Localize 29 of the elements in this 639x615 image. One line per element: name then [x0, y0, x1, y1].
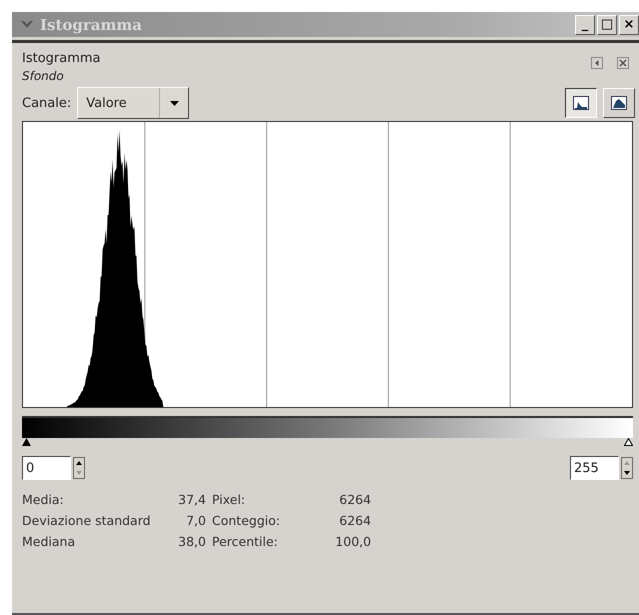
- stat-value: 37,4: [177, 492, 206, 507]
- stat-value: 6264: [338, 492, 372, 507]
- stat-label: Mediana: [22, 534, 76, 549]
- stat-value: 38,0: [177, 534, 206, 549]
- spin-arrows-icon[interactable]: [73, 457, 85, 479]
- channel-dropdown[interactable]: Valore: [77, 87, 190, 119]
- logarithmic-scale-button[interactable]: [603, 88, 635, 118]
- stat-label: Media:: [22, 492, 65, 507]
- close-button[interactable]: ×: [619, 14, 639, 34]
- tab-menu-icon[interactable]: [591, 57, 603, 69]
- close-icon[interactable]: [617, 57, 629, 69]
- window-title: Istogramma: [40, 16, 142, 34]
- caret-icon: [170, 100, 179, 106]
- stat-label: Conteggio:: [212, 513, 280, 528]
- channel-label: Canale:: [22, 96, 72, 110]
- log-histogram-icon: [611, 96, 627, 110]
- minimize-button[interactable]: _: [575, 14, 595, 34]
- panel-title: Istogramma: [22, 51, 101, 66]
- stat-label: Pixel:: [212, 492, 246, 507]
- panel-subtitle: Sfondo: [22, 69, 65, 83]
- stat-label: Percentile:: [212, 534, 279, 549]
- spin-arrows-icon[interactable]: [621, 457, 633, 479]
- linear-histogram-icon: [573, 96, 589, 110]
- linear-scale-button[interactable]: [565, 88, 597, 118]
- maximize-button[interactable]: □: [597, 14, 617, 34]
- stat-label: Deviazione standard: [22, 513, 152, 528]
- stat-value: 7,0: [185, 513, 206, 528]
- stat-value: 100,0: [334, 534, 372, 549]
- stat-value: 6264: [338, 513, 372, 528]
